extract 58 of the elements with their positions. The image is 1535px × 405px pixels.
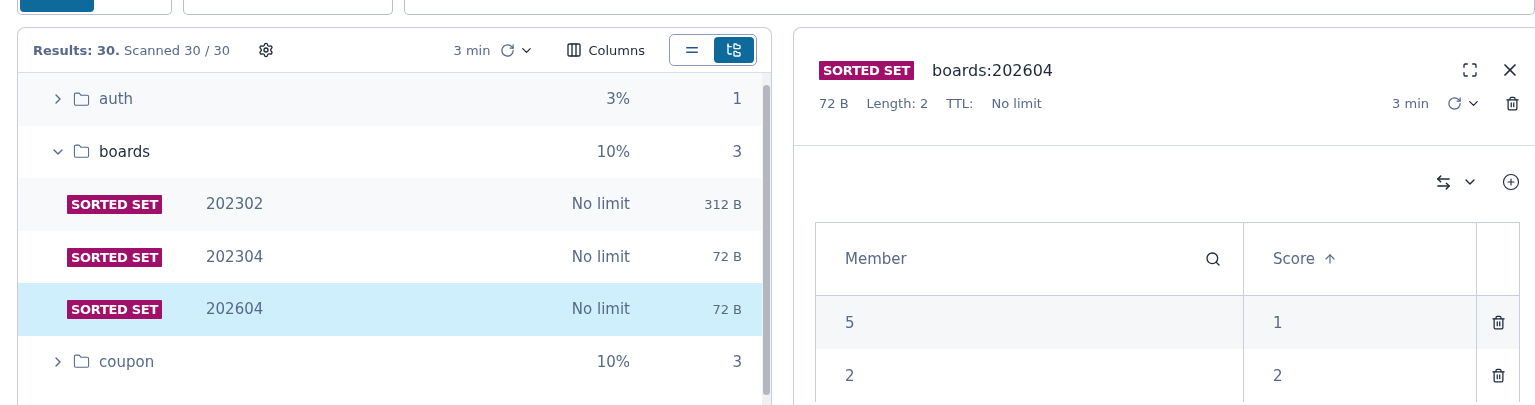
ttl-label: TTL:	[946, 96, 974, 111]
key-count: 3	[731, 142, 742, 161]
folder-name: auth	[99, 90, 134, 109]
key-count: 3	[731, 352, 742, 371]
refresh-icon[interactable]	[1447, 96, 1462, 111]
key-size: 312 B	[703, 196, 742, 212]
ttl-value: No limit	[991, 96, 1042, 111]
key-title: boards:202604	[932, 60, 1054, 80]
key-size: 72 B	[819, 96, 849, 111]
add-icon[interactable]	[1502, 173, 1520, 191]
columns-icon	[566, 42, 583, 58]
key-size: 72 B	[711, 249, 742, 265]
folder-row[interactable]: auth 3% 1	[18, 73, 762, 126]
type-badge: SORTED SET	[67, 300, 163, 320]
table-cell: 1	[1244, 296, 1477, 349]
usage-percent: 10%	[595, 142, 630, 161]
folder-icon	[73, 353, 90, 371]
type-badge: SORTED SET	[67, 247, 163, 267]
tree-icon	[726, 42, 742, 58]
filter-field[interactable]	[182, 0, 393, 15]
folder-icon	[73, 143, 90, 161]
ttl-value: No limit	[570, 247, 630, 266]
key-name: 202302	[206, 195, 264, 214]
key-name: 202604	[206, 300, 264, 319]
key-row[interactable]: SORTED SET 202302 No limit 312 B	[18, 178, 762, 231]
key-length: Length: 2	[866, 96, 929, 111]
folder-name: coupon	[99, 352, 155, 371]
refresh-interval: 3 min	[453, 42, 491, 58]
ttl-value: No limit	[570, 195, 630, 214]
key-name: 202304	[206, 247, 264, 266]
sort-ascending-icon	[1323, 252, 1337, 266]
refresh-icon[interactable]	[500, 42, 516, 58]
settings-icon[interactable]	[257, 42, 274, 58]
search-field[interactable]	[403, 0, 1535, 15]
ttl-value: No limit	[570, 300, 630, 319]
delete-icon[interactable]	[1490, 368, 1506, 383]
key-row[interactable]: SORTED SET 202604 No limit 72 B	[18, 283, 762, 336]
delete-icon[interactable]	[1505, 96, 1520, 111]
results-summary: Results: 30. Scanned 30 / 30	[33, 42, 230, 58]
folder-icon	[73, 90, 90, 108]
usage-percent: 3%	[605, 90, 630, 109]
key-count: 1	[731, 90, 742, 109]
swap-icon[interactable]	[1435, 173, 1452, 191]
folder-name: boards	[99, 142, 151, 161]
fullscreen-icon[interactable]	[1462, 62, 1478, 78]
active-toggle-button[interactable]	[20, 0, 94, 12]
table-cell: 5	[816, 296, 1244, 349]
type-badge: SORTED SET	[67, 195, 163, 215]
scrollbar[interactable]	[762, 73, 771, 405]
toggle-button-group[interactable]	[17, 0, 172, 15]
columns-button[interactable]: Columns	[566, 42, 645, 58]
refresh-interval: 3 min	[1392, 96, 1429, 111]
tree-view-button[interactable]	[714, 37, 754, 63]
usage-percent: 10%	[595, 352, 630, 371]
type-badge: SORTED SET	[819, 60, 915, 80]
delete-icon[interactable]	[1490, 315, 1506, 330]
key-size: 72 B	[711, 301, 742, 317]
search-icon[interactable]	[1205, 251, 1221, 267]
